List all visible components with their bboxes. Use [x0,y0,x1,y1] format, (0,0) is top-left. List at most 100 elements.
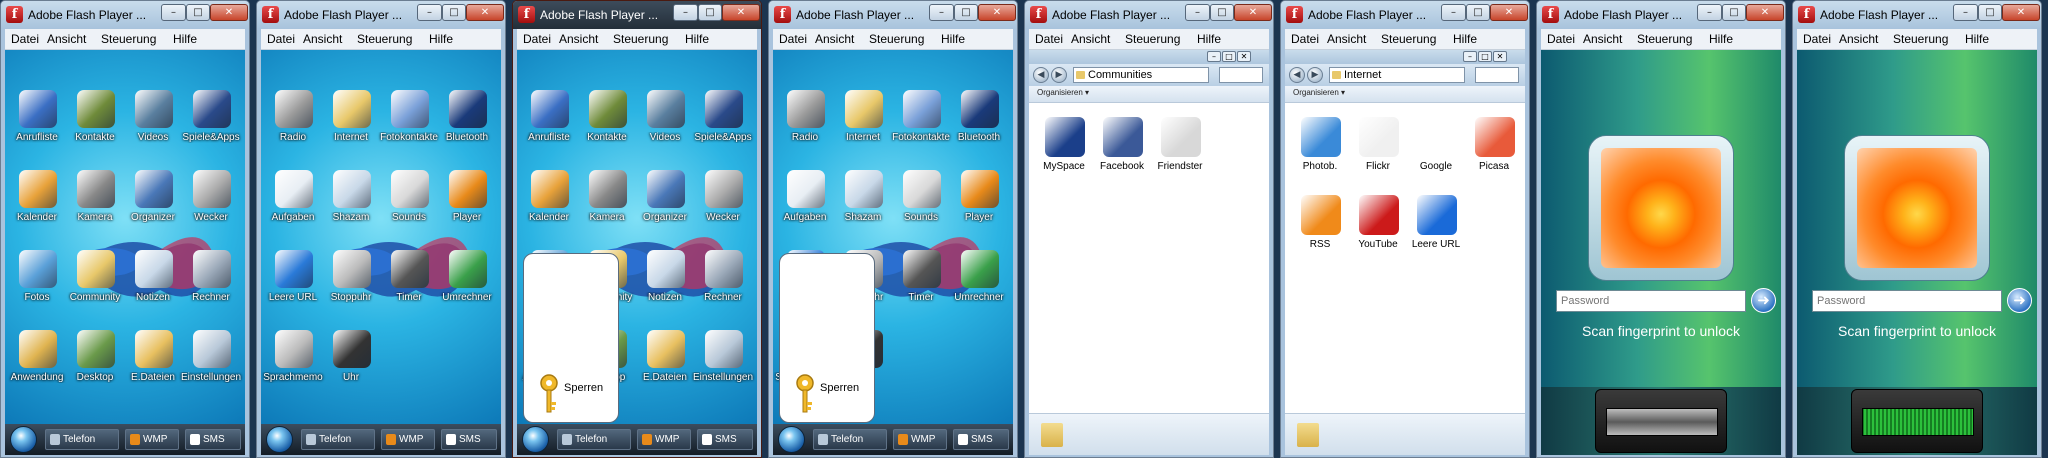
minimize-button[interactable]: – [673,4,698,21]
menu-item-hilfe[interactable]: Hilfe [1453,32,1477,46]
start-button[interactable] [778,426,805,453]
menu-item-steuerung[interactable]: Steuerung [613,32,668,46]
explorer-minimize-button[interactable]: – [1463,51,1477,62]
title-bar[interactable]: f Adobe Flash Player ... – □ ✕ [1,1,249,29]
explorer-close-button[interactable]: ✕ [1493,51,1507,62]
app-icon[interactable]: Spiele&Apps [694,90,752,160]
app-icon[interactable]: Anwendung [9,330,65,400]
app-icon[interactable]: Wecker [183,170,239,240]
explorer-close-button[interactable]: ✕ [1237,51,1251,62]
lock-popup[interactable]: Sperren [779,253,875,423]
title-bar[interactable]: f Adobe Flash Player ... – □ ✕ [1025,1,1273,29]
app-icon[interactable]: Organizer [125,170,181,240]
shortcut-item[interactable]: Photob. [1291,117,1349,185]
menu-item-datei[interactable]: Datei [267,32,295,46]
close-button[interactable]: ✕ [210,4,248,21]
lock-popup[interactable]: Sperren [523,253,619,423]
menu-item-steuerung[interactable]: Steuerung [101,32,156,46]
minimize-button[interactable]: – [1697,4,1722,21]
fingerprint-sensor[interactable] [1862,408,1974,436]
flash-player-window-8[interactable]: f Adobe Flash Player ... – □ ✕ Datei Ansicht St… [1792,0,2042,458]
app-icon[interactable]: E.Dateien [125,330,181,400]
app-icon[interactable]: Leere URL [265,250,321,320]
app-icon[interactable]: Internet [835,90,891,160]
telefon-button[interactable]: Telefon [45,429,119,450]
password-input[interactable] [1812,290,2002,312]
close-button[interactable]: ✕ [1490,4,1528,21]
app-icon[interactable]: Anrufliste [9,90,65,160]
organize-button[interactable]: Organisieren ▾ [1037,88,1089,97]
explorer-maximize-button[interactable]: □ [1478,51,1492,62]
flash-player-window-7[interactable]: f Adobe Flash Player ... – □ ✕ Datei Ansicht St… [1536,0,1786,458]
flash-player-window-5[interactable]: f Adobe Flash Player ... – □ ✕ Datei Ansicht St… [1024,0,1274,458]
menu-item-datei[interactable]: Datei [1291,32,1319,46]
menu-item-hilfe[interactable]: Hilfe [173,32,197,46]
app-icon[interactable]: Sounds [893,170,949,240]
app-icon[interactable]: Rechner [183,250,239,320]
shortcut-item[interactable]: Flickr [1349,117,1407,185]
app-icon[interactable]: Spiele&Apps [182,90,240,160]
menu-item-ansicht[interactable]: Ansicht [559,32,598,46]
menu-item-ansicht[interactable]: Ansicht [815,32,854,46]
app-icon[interactable]: Bluetooth [951,90,1007,160]
fingerprint-sensor[interactable] [1606,408,1718,436]
maximize-button[interactable]: □ [1978,4,2002,21]
sms-button[interactable]: SMS [697,429,753,450]
wmp-button[interactable]: WMP [125,429,179,450]
back-button[interactable]: ◀ [1289,67,1305,83]
menu-item-ansicht[interactable]: Ansicht [1839,32,1878,46]
wmp-button[interactable]: WMP [893,429,947,450]
menu-item-ansicht[interactable]: Ansicht [303,32,342,46]
telefon-button[interactable]: Telefon [301,429,375,450]
title-bar[interactable]: f Adobe Flash Player ... – □ ✕ [769,1,1017,29]
start-button[interactable] [266,426,293,453]
app-icon[interactable]: Videos [125,90,181,160]
sms-button[interactable]: SMS [441,429,497,450]
wmp-button[interactable]: WMP [637,429,691,450]
fingerprint-scanner[interactable] [1541,387,1781,455]
app-icon[interactable]: Community [67,250,123,320]
minimize-button[interactable]: – [161,4,186,21]
app-icon[interactable]: Kontakte [579,90,635,160]
menu-item-datei[interactable]: Datei [1547,32,1575,46]
flash-player-window-2[interactable]: f Adobe Flash Player ... – □ ✕ Datei Ansicht St… [256,0,506,458]
address-field[interactable]: Internet [1329,67,1465,83]
app-icon[interactable]: Notizen [125,250,181,320]
flash-player-window-6[interactable]: f Adobe Flash Player ... – □ ✕ Datei Ansicht St… [1280,0,1530,458]
close-button[interactable]: ✕ [1746,4,1784,21]
close-button[interactable]: ✕ [466,4,504,21]
telefon-button[interactable]: Telefon [813,429,887,450]
maximize-button[interactable]: □ [442,4,466,21]
menu-item-hilfe[interactable]: Hilfe [1965,32,1989,46]
shortcut-item[interactable]: MySpace [1035,117,1093,185]
title-bar[interactable]: f Adobe Flash Player ... – □ ✕ [1537,1,1785,29]
flash-player-window-4[interactable]: f Adobe Flash Player ... – □ ✕ Datei Ansicht St… [768,0,1018,458]
menu-item-datei[interactable]: Datei [1803,32,1831,46]
app-icon[interactable]: Rechner [695,250,751,320]
flash-player-window-1[interactable]: f Adobe Flash Player ... – □ ✕ Datei Ansicht St… [0,0,250,458]
shortcut-item[interactable]: Leere URL [1407,195,1465,263]
app-icon[interactable]: Aufgaben [265,170,321,240]
menu-item-steuerung[interactable]: Steuerung [1125,32,1180,46]
menu-item-ansicht[interactable]: Ansicht [1583,32,1622,46]
app-icon[interactable]: Fotos [9,250,65,320]
address-field[interactable]: Communities [1073,67,1209,83]
submit-arrow-button[interactable]: ➜ [1751,288,1776,313]
title-bar[interactable]: f Adobe Flash Player ... – □ ✕ [513,1,761,29]
app-icon[interactable]: Umrechner [439,250,495,320]
app-icon[interactable]: Shazam [323,170,379,240]
menu-item-ansicht[interactable]: Ansicht [1327,32,1366,46]
shortcut-item[interactable]: Facebook [1093,117,1151,185]
close-button[interactable]: ✕ [978,4,1016,21]
menu-item-datei[interactable]: Datei [779,32,807,46]
shortcut-item[interactable]: Friendster [1151,117,1209,185]
menu-item-hilfe[interactable]: Hilfe [685,32,709,46]
menu-item-ansicht[interactable]: Ansicht [1071,32,1110,46]
menu-item-steuerung[interactable]: Steuerung [357,32,412,46]
minimize-button[interactable]: – [417,4,442,21]
shortcut-item[interactable]: YouTube [1349,195,1407,263]
forward-button[interactable]: ▶ [1307,67,1323,83]
start-button[interactable] [10,426,37,453]
menu-item-steuerung[interactable]: Steuerung [1893,32,1948,46]
sms-button[interactable]: SMS [953,429,1009,450]
